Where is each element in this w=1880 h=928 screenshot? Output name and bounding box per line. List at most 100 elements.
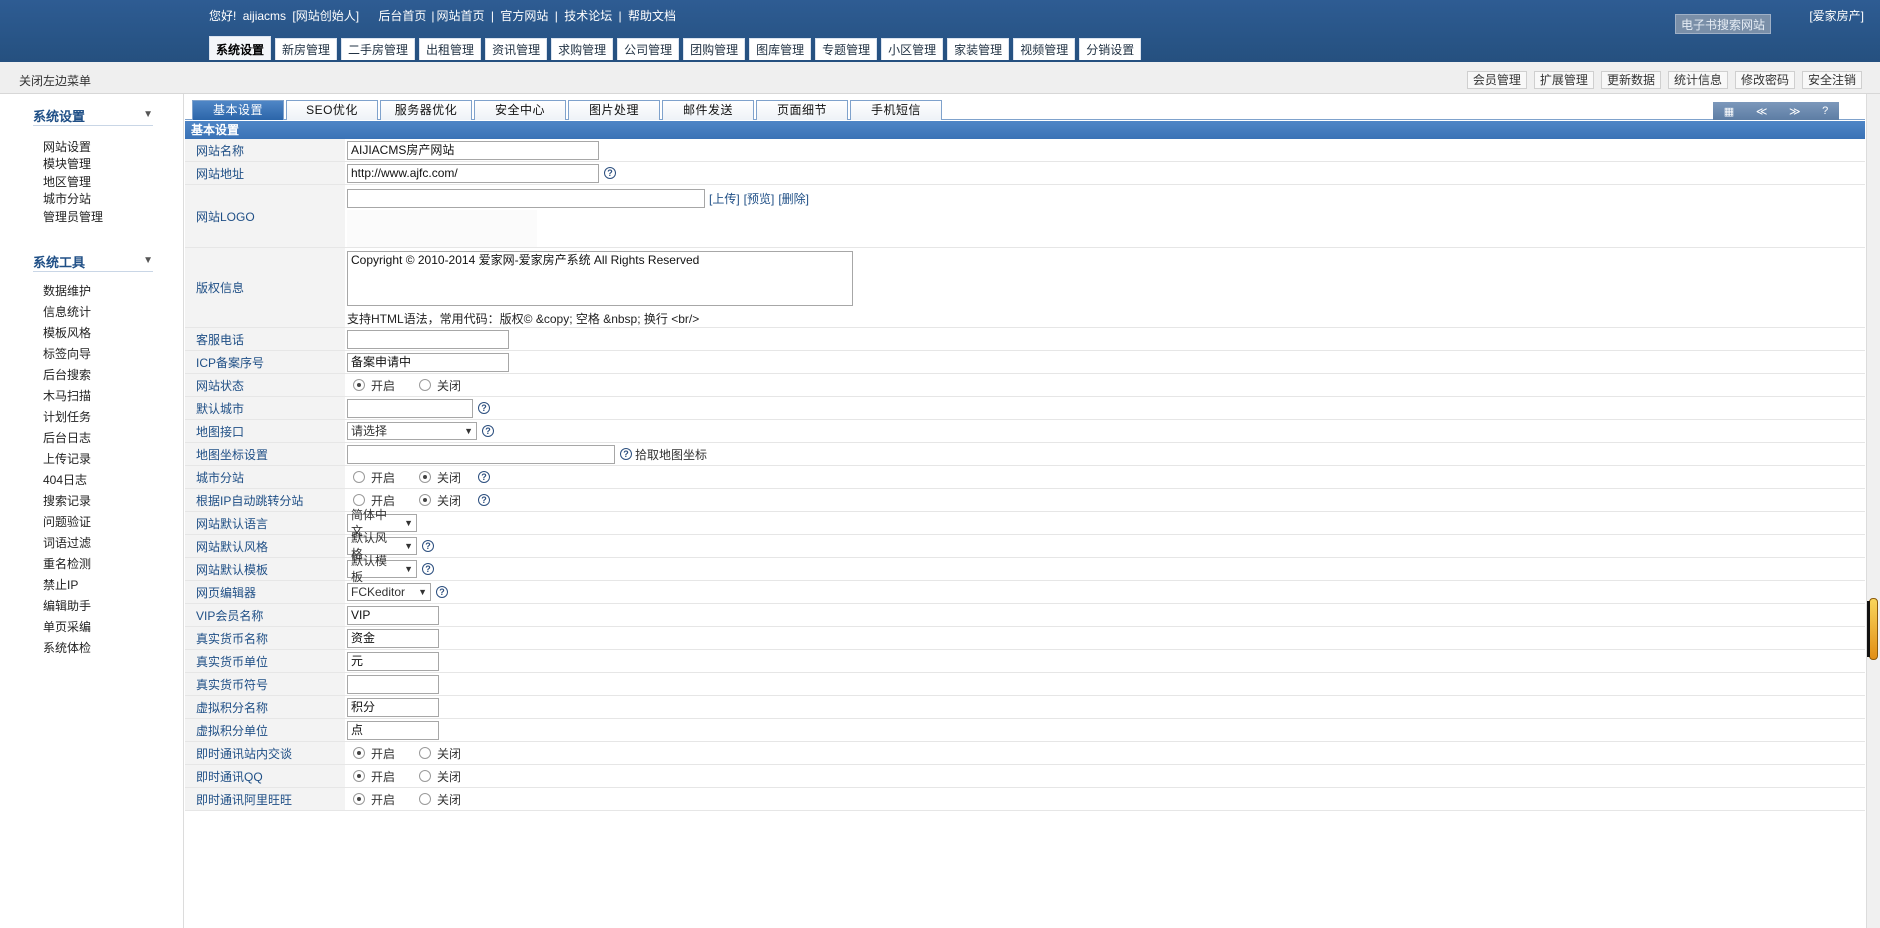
nav-tab-wanted[interactable]: 求购管理 <box>551 38 614 60</box>
im-site-off-radio[interactable]: 关闭 <box>419 745 461 762</box>
money-symbol-input[interactable] <box>347 674 439 694</box>
change-password-button[interactable]: 修改密码 <box>1734 71 1795 89</box>
update-data-button[interactable]: 更新数据 <box>1600 71 1661 89</box>
nav-tab-rent[interactable]: 出租管理 <box>419 38 482 60</box>
nav-tab-topic[interactable]: 专题管理 <box>815 38 878 60</box>
sidebar-item-regions[interactable]: 地区管理 <box>43 173 91 190</box>
status-off-radio[interactable]: 关闭 <box>419 377 461 394</box>
tab-seo[interactable]: SEO优化 <box>286 100 378 120</box>
im-site-on-radio[interactable]: 开启 <box>353 745 395 762</box>
help-icon[interactable]: ? <box>422 540 434 552</box>
sidebar-tool-item[interactable]: 上传记录 <box>43 450 91 467</box>
credit-name-input[interactable]: 积分 <box>347 697 439 717</box>
im-qq-off-radio[interactable]: 关闭 <box>419 768 461 785</box>
city-site-on-radio[interactable]: 开启 <box>353 469 395 486</box>
sidebar-group-tools[interactable]: 系统工具 ▼ <box>33 252 153 272</box>
help-icon[interactable]: ? <box>482 425 494 437</box>
nav-tab-groupbuy[interactable]: 团购管理 <box>683 38 746 60</box>
logout-button[interactable]: 安全注销 <box>1801 71 1862 89</box>
help-icon[interactable]: ? <box>604 167 616 179</box>
sidebar-tool-item[interactable]: 单页采编 <box>43 618 91 635</box>
link-admin-home[interactable]: 后台首页 <box>378 9 426 23</box>
logo-path-input[interactable] <box>347 189 705 208</box>
link-official-site[interactable]: 官方网站 <box>500 9 548 23</box>
nav-tab-news[interactable]: 资讯管理 <box>485 38 548 60</box>
logo-delete-link[interactable]: [删除] <box>778 190 809 207</box>
link-site-home[interactable]: 网站首页 <box>437 9 485 23</box>
tab-page-detail[interactable]: 页面细节 <box>756 100 848 120</box>
nav-tab-gallery[interactable]: 图库管理 <box>749 38 812 60</box>
map-api-select[interactable]: 请选择 ▼ <box>347 422 477 440</box>
sidebar-tool-item[interactable]: 禁止IP <box>43 576 78 593</box>
sidebar-tool-item[interactable]: 404日志 <box>43 471 87 488</box>
nav-tab-decor[interactable]: 家装管理 <box>947 38 1010 60</box>
sidebar-tool-item[interactable]: 模板风格 <box>43 324 91 341</box>
help-icon[interactable]: ? <box>478 471 491 483</box>
help-icon[interactable]: ? <box>1822 105 1828 117</box>
link-forum[interactable]: 技术论坛 <box>564 9 612 23</box>
sidebar-tool-item[interactable]: 计划任务 <box>43 408 91 425</box>
money-name-input[interactable]: 资金 <box>347 628 439 648</box>
sidebar-item-city-sites[interactable]: 城市分站 <box>43 190 91 207</box>
editor-select[interactable]: FCKeditor ▼ <box>347 583 431 601</box>
sidebar-group-system[interactable]: 系统设置 ▼ <box>33 106 153 126</box>
nav-tab-secondhand[interactable]: 二手房管理 <box>341 38 416 60</box>
sidebar-tool-item[interactable]: 问题验证 <box>43 513 91 530</box>
im-qq-on-radio[interactable]: 开启 <box>353 768 395 785</box>
sidebar-item-site-settings[interactable]: 网站设置 <box>43 138 91 155</box>
member-manage-button[interactable]: 会员管理 <box>1466 71 1527 89</box>
sidebar-tool-item[interactable]: 标签向导 <box>43 345 91 362</box>
tab-server[interactable]: 服务器优化 <box>380 100 472 120</box>
city-site-off-radio[interactable]: 关闭 <box>419 469 461 486</box>
sidebar-tool-item[interactable]: 后台搜索 <box>43 366 91 383</box>
top-search-input[interactable]: 电子书搜索网站 <box>1675 14 1771 34</box>
icp-input[interactable]: 备案申请中 <box>347 352 509 372</box>
sidebar-tool-item[interactable]: 后台日志 <box>43 429 91 446</box>
tab-security[interactable]: 安全中心 <box>474 100 566 120</box>
im-ww-off-radio[interactable]: 关闭 <box>419 791 461 808</box>
help-icon[interactable]: ? <box>478 494 491 506</box>
phone-input[interactable] <box>347 329 509 349</box>
help-icon[interactable]: ? <box>478 402 490 414</box>
nav-tab-system[interactable]: 系统设置 <box>209 36 272 60</box>
pick-coord-link[interactable]: 拾取地图坐标 <box>635 446 707 463</box>
close-left-menu-link[interactable]: 关闭左边菜单 <box>19 72 91 89</box>
sidebar-tool-item[interactable]: 编辑助手 <box>43 597 91 614</box>
help-icon[interactable]: ? <box>620 448 632 460</box>
site-url-input[interactable]: http://www.ajfc.com/ <box>347 163 599 183</box>
grid-icon[interactable]: ▦ <box>1724 105 1734 118</box>
ip-jump-off-radio[interactable]: 关闭 <box>419 492 461 509</box>
credit-unit-input[interactable]: 点 <box>347 720 439 740</box>
next-icon[interactable]: ≫ <box>1789 105 1801 118</box>
help-icon[interactable]: ? <box>422 563 434 575</box>
logo-upload-link[interactable]: [上传] <box>709 190 740 207</box>
sidebar-tool-item[interactable]: 系统体检 <box>43 639 91 656</box>
sidebar-tool-item[interactable]: 词语过滤 <box>43 534 91 551</box>
tab-image[interactable]: 图片处理 <box>568 100 660 120</box>
im-ww-on-radio[interactable]: 开启 <box>353 791 395 808</box>
sidebar-tool-item[interactable]: 重名检测 <box>43 555 91 572</box>
prev-icon[interactable]: ≪ <box>1756 105 1768 118</box>
map-coord-input[interactable] <box>347 444 615 464</box>
template-select[interactable]: 默认模板 ▼ <box>347 554 417 584</box>
logo-preview-link[interactable]: [预览] <box>744 190 775 207</box>
tab-mail[interactable]: 邮件发送 <box>662 100 754 120</box>
sidebar-tool-item[interactable]: 木马扫描 <box>43 387 91 404</box>
vip-name-input[interactable]: VIP <box>347 605 439 625</box>
user-name[interactable]: aijiacms <box>243 9 286 23</box>
default-city-input[interactable] <box>347 398 473 418</box>
sidebar-tool-item[interactable]: 数据维护 <box>43 282 91 299</box>
nav-tab-newhouse[interactable]: 新房管理 <box>275 38 338 60</box>
sidebar-tool-item[interactable]: 信息统计 <box>43 303 91 320</box>
vertical-scrollbar[interactable] <box>1866 94 1880 928</box>
site-name-input[interactable]: AIJIACMS房产网站 <box>347 140 599 160</box>
help-icon[interactable]: ? <box>436 586 448 598</box>
tab-basic[interactable]: 基本设置 <box>192 100 284 120</box>
stats-button[interactable]: 统计信息 <box>1667 71 1728 89</box>
status-on-radio[interactable]: 开启 <box>353 377 395 394</box>
link-help[interactable]: 帮助文档 <box>628 9 676 23</box>
money-unit-input[interactable]: 元 <box>347 651 439 671</box>
ip-jump-on-radio[interactable]: 开启 <box>353 492 395 509</box>
nav-tab-video[interactable]: 视频管理 <box>1013 38 1076 60</box>
scrollbar-thumb[interactable] <box>1869 598 1878 660</box>
